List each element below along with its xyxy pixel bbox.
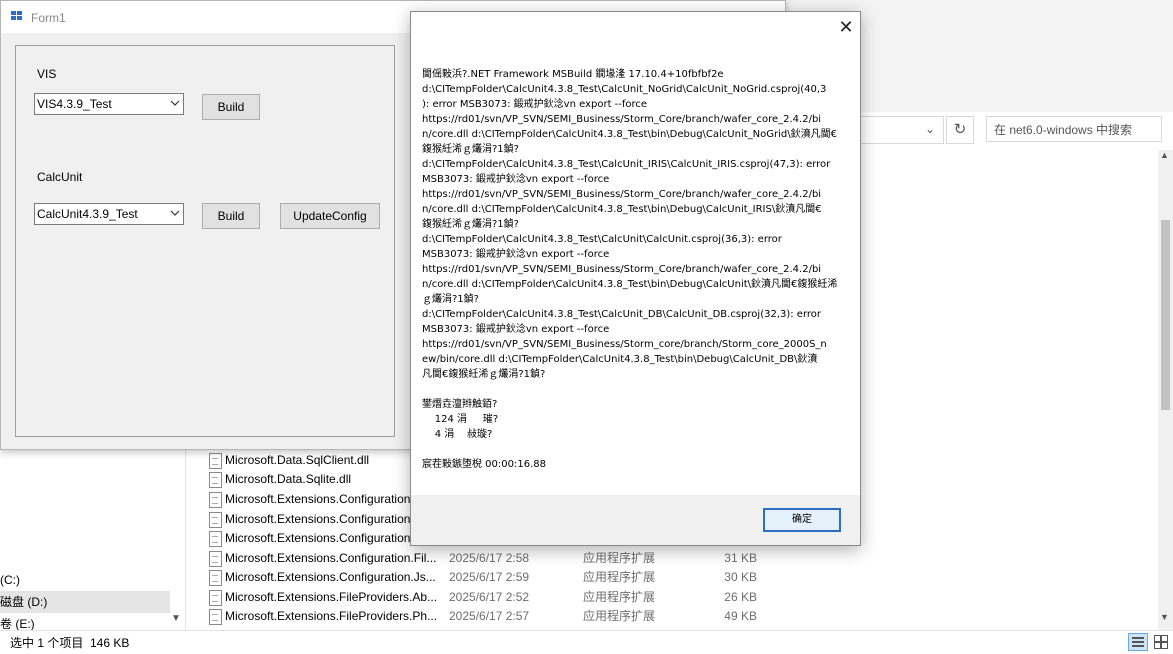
file-name: Microsoft.Extensions.Configuration.Fil..… xyxy=(225,551,437,565)
scroll-down-icon[interactable]: ▼ xyxy=(1160,612,1169,622)
dialog-message-line xyxy=(422,382,842,397)
window-title: Form1 xyxy=(31,11,66,25)
file-name: Microsoft.Extensions.Configuration xyxy=(225,512,411,526)
scrollbar-thumb[interactable] xyxy=(1161,220,1170,410)
vis-version-select[interactable]: VIS4.3.9_Test xyxy=(34,93,184,115)
dialog-message-line: d:\CITempFolder\CalcUnit4.3.8_Test\CalcU… xyxy=(422,234,782,245)
dialog-message-line: 宸茬敤鏃堕棿 00:00:16.88 xyxy=(422,459,546,470)
details-view-icon[interactable] xyxy=(1128,633,1148,651)
vis-label: VIS xyxy=(37,67,57,81)
scroll-down-icon[interactable]: ▼ xyxy=(171,613,181,624)
update-config-button[interactable]: UpdateConfig xyxy=(280,203,380,229)
file-icon xyxy=(209,453,222,469)
file-icon xyxy=(209,551,222,567)
file-row[interactable]: Microsoft.Extensions.FileProviders.Ph...… xyxy=(205,607,765,626)
dialog-message-line: 4 涓 敊璇? xyxy=(422,429,493,440)
dialog-message-line: https://rd01/svn/VP_SVN/SEMI_Business/St… xyxy=(422,264,822,275)
file-type: 应用程序扩展 xyxy=(583,551,656,565)
file-name: Microsoft.Data.Sqlite.dll xyxy=(225,472,352,486)
file-name: Microsoft.Extensions.FileProviders.Ab... xyxy=(225,590,438,604)
vis-version-value: VIS4.3.9_Test xyxy=(37,97,112,111)
build-result-dialog: ✕ 閫傜敤浜?.NET Framework MSBuild 鐗堟湰 17.10.… xyxy=(410,11,861,546)
file-size: 26 KB xyxy=(724,590,757,604)
chevron-down-icon xyxy=(170,210,180,216)
dialog-message-line: 鍑猴紝浠ｇ爜涓?1鍞? xyxy=(422,219,519,230)
dialog-message-line: https://rd01/svn/VP_SVN/SEMI_Business/St… xyxy=(422,339,827,350)
file-name: Microsoft.Extensions.Configuration xyxy=(225,531,411,545)
address-bar[interactable]: ⌄ xyxy=(858,116,944,144)
vis-build-button[interactable]: Build xyxy=(202,94,260,120)
nav-item-drive-d[interactable]: 磁盘 (D:) xyxy=(0,591,170,613)
chevron-down-icon xyxy=(170,100,180,106)
dialog-message-line: n/core.dll d:\CITempFolder\CalcUnit4.3.8… xyxy=(422,129,837,140)
file-size: 49 KB xyxy=(724,609,757,623)
file-name: Microsoft.Data.SqlClient.dll xyxy=(225,453,370,467)
file-name: Microsoft.Extensions.Configuration xyxy=(225,492,411,506)
close-icon[interactable]: ✕ xyxy=(835,16,857,38)
file-type: 应用程序扩展 xyxy=(583,570,656,584)
file-icon xyxy=(209,512,222,528)
file-type: 应用程序扩展 xyxy=(583,590,656,604)
build-groupbox: VIS VIS4.3.9_Test Build CalcUnit CalcUni… xyxy=(15,45,395,437)
file-icon xyxy=(209,570,222,586)
file-icon xyxy=(209,492,222,508)
file-date: 2025/6/17 2:57 xyxy=(449,609,530,623)
file-date: 2025/6/17 2:52 xyxy=(449,590,530,604)
calcunit-version-value: CalcUnit4.3.9_Test xyxy=(37,207,138,221)
dialog-message-line: 閫傜敤浜?.NET Framework MSBuild 鐗堟湰 17.10.4+… xyxy=(422,69,724,80)
chevron-down-icon[interactable]: ⌄ xyxy=(925,122,935,136)
file-row[interactable]: Microsoft.Extensions.FileProviders.Ab...… xyxy=(205,588,765,607)
dialog-message-line: ): error MSB3073: 鍛戒护鈥淰vn export --force xyxy=(422,99,648,110)
vertical-scrollbar[interactable] xyxy=(1158,150,1173,630)
dialog-message-line: https://rd01/svn/VP_SVN/SEMI_Business/St… xyxy=(422,189,822,200)
navigation-pane: (C:) 磁盘 (D:) 卷 (E:) ▼ xyxy=(0,450,186,631)
dialog-message-line: n/core.dll d:\CITempFolder\CalcUnit4.3.8… xyxy=(422,279,838,290)
file-icon xyxy=(209,472,222,488)
file-row[interactable]: Microsoft.Extensions.Configuration.Fil..… xyxy=(205,549,765,568)
status-text: 选中 1 个项目 146 KB xyxy=(10,636,130,650)
dialog-message-line: MSB3073: 鍛戒护鈥淰vn export --force xyxy=(422,324,610,335)
dialog-message-line: d:\CITempFolder\CalcUnit4.3.8_Test\CalcU… xyxy=(422,159,831,170)
file-icon xyxy=(209,590,222,606)
calcunit-version-select[interactable]: CalcUnit4.3.9_Test xyxy=(34,203,184,225)
status-bar: 选中 1 个项目 146 KB xyxy=(0,630,1173,654)
dialog-message-line xyxy=(422,442,842,457)
search-input[interactable]: 在 net6.0-windows 中搜索 xyxy=(986,116,1162,142)
file-name: Microsoft.Extensions.FileProviders.Ph... xyxy=(225,609,438,623)
dialog-footer: 确定 xyxy=(411,495,860,545)
file-size: 30 KB xyxy=(724,570,757,584)
dialog-message-line: 鐢熸垚澶辫触銆? xyxy=(422,399,498,410)
ok-button[interactable]: 确定 xyxy=(763,508,841,532)
calcunit-build-button[interactable]: Build xyxy=(202,203,260,229)
dialog-message-line: ｇ爜涓?1鍞? xyxy=(422,294,479,305)
scroll-up-icon[interactable]: ▲ xyxy=(1160,150,1169,160)
dialog-message-line: d:\CITempFolder\CalcUnit4.3.8_Test\CalcU… xyxy=(422,84,827,95)
nav-item-drive-c[interactable]: (C:) xyxy=(0,569,170,591)
calcunit-label: CalcUnit xyxy=(37,170,83,184)
file-type: 应用程序扩展 xyxy=(583,609,656,623)
dialog-message-line: n/core.dll d:\CITempFolder\CalcUnit4.3.8… xyxy=(422,204,822,215)
dialog-message-line: 124 涓 璀? xyxy=(422,414,499,425)
file-date: 2025/6/17 2:59 xyxy=(449,570,530,584)
file-icon xyxy=(209,609,222,625)
dialog-message-line: MSB3073: 鍛戒护鈥淰vn export --force xyxy=(422,174,610,185)
dialog-message-line: d:\CITempFolder\CalcUnit4.3.8_Test\CalcU… xyxy=(422,309,822,320)
dialog-message: 閫傜敤浜?.NET Framework MSBuild 鐗堟湰 17.10.4+… xyxy=(422,67,842,472)
file-name: Microsoft.Extensions.Configuration.Js... xyxy=(225,570,436,584)
file-row[interactable]: Microsoft.Extensions.Configuration.Js...… xyxy=(205,568,765,587)
dialog-message-line: https://rd01/svn/VP_SVN/SEMI_Business/St… xyxy=(422,114,822,125)
dialog-message-line: MSB3073: 鍛戒护鈥淰vn export --force xyxy=(422,249,610,260)
file-date: 2025/6/17 2:58 xyxy=(449,551,530,565)
dialog-message-line: 凡閫€鍑猴紝浠ｇ爜涓?1鍞? xyxy=(422,369,546,380)
dialog-message-line: ew/bin/core.dll d:\CITempFolder\CalcUnit… xyxy=(422,354,818,365)
large-icons-view-icon[interactable] xyxy=(1151,633,1169,649)
file-icon xyxy=(209,531,222,547)
refresh-icon[interactable]: ↻ xyxy=(946,116,974,144)
file-size: 31 KB xyxy=(724,551,757,565)
app-window-icon xyxy=(11,11,23,21)
dialog-message-line: 鍑猴紝浠ｇ爜涓?1鍞? xyxy=(422,144,519,155)
